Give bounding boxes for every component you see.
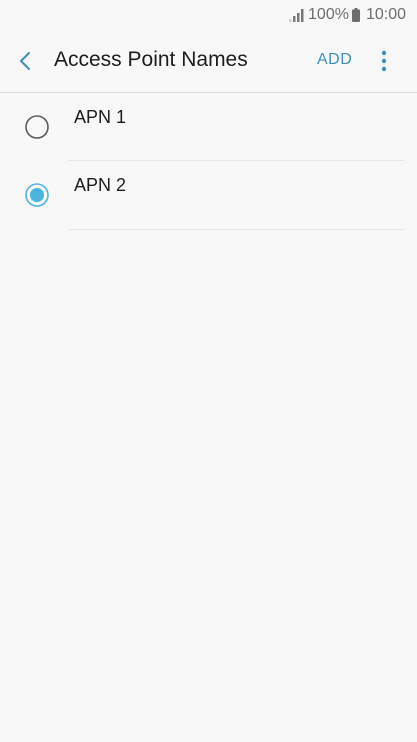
back-button[interactable] xyxy=(12,46,40,76)
apn-item-2[interactable]: APN 2 xyxy=(0,93,417,207)
battery-icon xyxy=(351,8,360,22)
signal-icon xyxy=(289,9,304,22)
status-bar: 100% 10:00 xyxy=(0,0,417,30)
battery-percent: 100% xyxy=(308,6,349,23)
more-options-button[interactable] xyxy=(374,48,394,74)
apn-label: APN 2 xyxy=(74,175,127,195)
clock: 10:00 xyxy=(365,6,406,23)
status-indicators: 100% 10:00 xyxy=(289,5,406,25)
screen: 100% 10:00 Access Point Names ADD APN 1 … xyxy=(0,0,417,742)
apn-list: APN 1 APN 2 xyxy=(0,93,417,230)
add-button[interactable]: ADD xyxy=(317,51,352,69)
app-bar: Access Point Names ADD xyxy=(0,30,417,93)
chevron-left-icon xyxy=(20,52,30,70)
page-title: Access Point Names xyxy=(54,48,248,71)
more-vert-icon xyxy=(381,50,387,72)
divider xyxy=(68,229,405,230)
radio-selected-icon[interactable] xyxy=(24,182,50,208)
